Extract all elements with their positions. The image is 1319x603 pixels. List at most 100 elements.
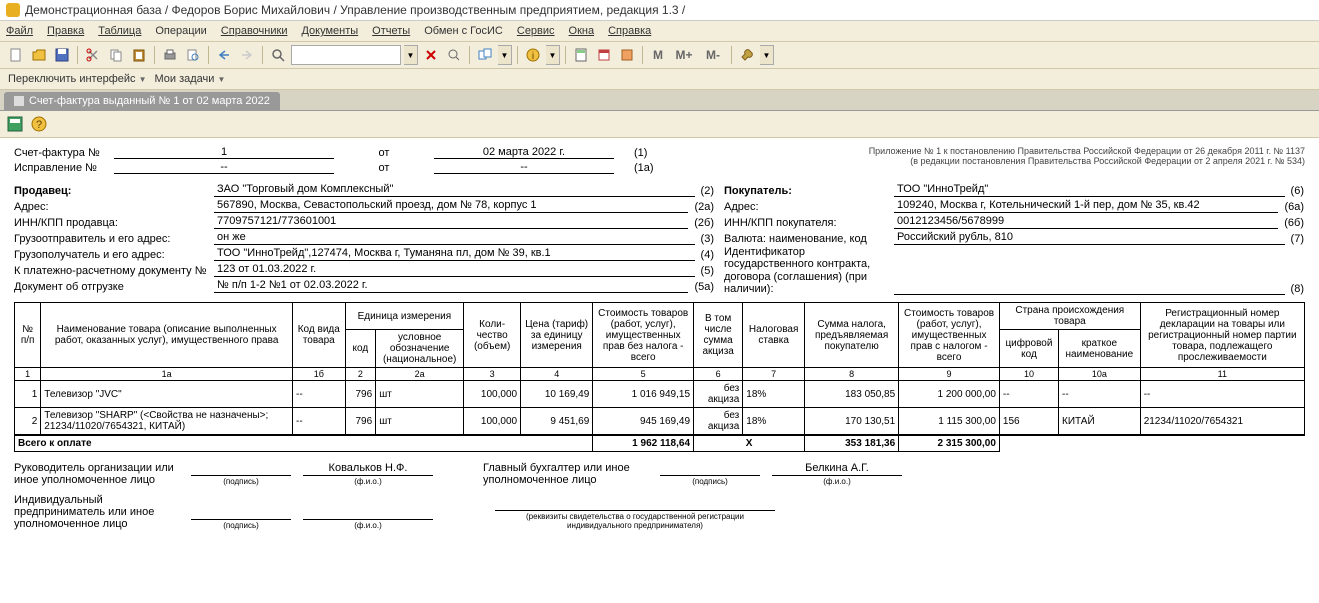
svg-text:?: ?	[36, 119, 42, 131]
new-icon[interactable]	[6, 45, 26, 65]
th-country-group: Страна происхождения товара	[999, 303, 1140, 330]
memory-mplus-button[interactable]: M+	[671, 45, 697, 65]
menu-table[interactable]: Таблица	[98, 25, 141, 37]
menu-gosis[interactable]: Обмен с ГосИС	[424, 25, 503, 37]
head-sig-line	[191, 462, 291, 476]
info-value: 109240, Москва г, Котельнический 1-й пер…	[894, 199, 1278, 213]
menu-operations[interactable]: Операции	[155, 25, 206, 37]
switch-interface-link[interactable]: Переключить интерфейс ▼	[8, 73, 147, 85]
memory-mminus-button[interactable]: M-	[700, 45, 726, 65]
clear-icon[interactable]	[421, 45, 441, 65]
memory-m-button[interactable]: M	[648, 45, 668, 65]
table-cell: --	[293, 381, 346, 408]
menu-bar: Файл Правка Таблица Операции Справочники…	[0, 21, 1319, 42]
th-colnum: 7	[743, 368, 805, 381]
menu-service[interactable]: Сервис	[517, 25, 555, 37]
ip-sig-line	[191, 506, 291, 520]
th-colnum: 2	[345, 368, 376, 381]
th-colnum: 4	[521, 368, 593, 381]
th-num: № п/п	[15, 303, 41, 368]
table-cell: 18%	[743, 408, 805, 436]
calc-icon[interactable]	[571, 45, 591, 65]
save-doc-icon[interactable]	[6, 115, 24, 133]
menu-file[interactable]: Файл	[6, 25, 33, 37]
table-cell: 796	[345, 381, 376, 408]
wrench-icon[interactable]	[737, 45, 757, 65]
table-cell: 10 169,49	[521, 381, 593, 408]
th-country-code: цифровой код	[999, 330, 1058, 368]
info-label: Валюта: наименование, код	[724, 233, 894, 245]
th-colnum: 2а	[376, 368, 464, 381]
th-kind: Код вида товара	[293, 303, 346, 368]
menu-documents[interactable]: Документы	[301, 25, 358, 37]
total-with-tax: 2 315 300,00	[899, 435, 1000, 452]
open-icon[interactable]	[29, 45, 49, 65]
search-input[interactable]	[291, 45, 401, 65]
table-row[interactable]: 2Телевизор "SHARP" (<Свойства не назначе…	[15, 408, 1305, 436]
info-value: Российский рубль, 810	[894, 231, 1285, 245]
calendar-icon[interactable]	[594, 45, 614, 65]
document-toolbar: ?	[0, 111, 1319, 138]
ip-rekv-line	[495, 497, 775, 511]
info-num: (4)	[701, 249, 714, 261]
info-num: (2б)	[694, 217, 714, 229]
print-icon[interactable]	[160, 45, 180, 65]
table-cell: КИТАЙ	[1059, 408, 1141, 436]
menu-help[interactable]: Справка	[608, 25, 651, 37]
windows-icon[interactable]	[475, 45, 495, 65]
tool-icon[interactable]	[617, 45, 637, 65]
th-name: Наименование товара (описание выполненны…	[41, 303, 293, 368]
my-tasks-link[interactable]: Мои задачи ▼	[155, 73, 226, 85]
total-no-tax: 1 962 118,64	[593, 435, 694, 452]
document-tab-icon	[14, 96, 24, 106]
preview-icon[interactable]	[183, 45, 203, 65]
invoice-no-label: Счет-фактура №	[14, 147, 114, 159]
info-num: (2а)	[694, 201, 714, 213]
info-value: ТОО "ИнноТрейд"	[894, 183, 1285, 197]
info-label: Покупатель:	[724, 185, 894, 197]
search-icon[interactable]	[268, 45, 288, 65]
tab-bar: Счет-фактура выданный № 1 от 02 марта 20…	[0, 90, 1319, 111]
th-tax: Сумма налога, предъявляемая покупателю	[805, 303, 899, 368]
find-next-icon[interactable]	[444, 45, 464, 65]
seller-info-column: Продавец:ЗАО "Торговый дом Комплексный"(…	[14, 182, 714, 296]
info-value: 123 от 01.03.2022 г.	[214, 263, 695, 277]
menu-catalogs[interactable]: Справочники	[221, 25, 288, 37]
info-num: (5а)	[694, 281, 714, 293]
appendix-text-1: Приложение № 1 к постановлению Правитель…	[869, 146, 1305, 156]
help-icon[interactable]: ?	[30, 115, 48, 133]
menu-windows[interactable]: Окна	[569, 25, 595, 37]
menu-edit[interactable]: Правка	[47, 25, 84, 37]
tools-dropdown-icon[interactable]: ▼	[760, 45, 774, 65]
info-num: (6а)	[1284, 201, 1304, 213]
document-tab[interactable]: Счет-фактура выданный № 1 от 02 марта 20…	[4, 92, 280, 110]
redo-icon[interactable]	[237, 45, 257, 65]
th-colnum: 10а	[1059, 368, 1141, 381]
app-logo-icon	[6, 3, 20, 17]
save-icon[interactable]	[52, 45, 72, 65]
copy-icon[interactable]	[106, 45, 126, 65]
th-rate: Налоговая ставка	[743, 303, 805, 368]
table-row[interactable]: 1Телевизор "JVC"--796шт100,00010 169,491…	[15, 381, 1305, 408]
correction-no-value: --	[114, 161, 334, 174]
info-value: он же	[214, 231, 695, 245]
acc-name: Белкина А.Г.	[772, 462, 902, 476]
undo-icon[interactable]	[214, 45, 234, 65]
title-bar: Демонстрационная база / Федоров Борис Ми…	[0, 0, 1319, 21]
info-value: 567890, Москва, Севастопольский проезд, …	[214, 199, 688, 213]
windows-dropdown-icon[interactable]: ▼	[498, 45, 512, 65]
acc-sig-line	[660, 462, 760, 476]
menu-reports[interactable]: Отчеты	[372, 25, 410, 37]
document-content: Счет-фактура № 1 от 02 марта 2022 г. (1)…	[0, 138, 1319, 538]
info-icon[interactable]: i	[523, 45, 543, 65]
info-dropdown-icon[interactable]: ▼	[546, 45, 560, 65]
cut-icon[interactable]	[83, 45, 103, 65]
search-dropdown-icon[interactable]: ▼	[404, 45, 418, 65]
table-cell: 1 115 300,00	[899, 408, 1000, 436]
table-cell: 2	[15, 408, 41, 436]
info-value: 7709757121/773601001	[214, 215, 688, 229]
ip-name-line	[303, 506, 433, 520]
ip-sig-label: Индивидуальный предприниматель или иное …	[14, 494, 179, 530]
info-num: (3)	[701, 233, 714, 245]
paste-icon[interactable]	[129, 45, 149, 65]
